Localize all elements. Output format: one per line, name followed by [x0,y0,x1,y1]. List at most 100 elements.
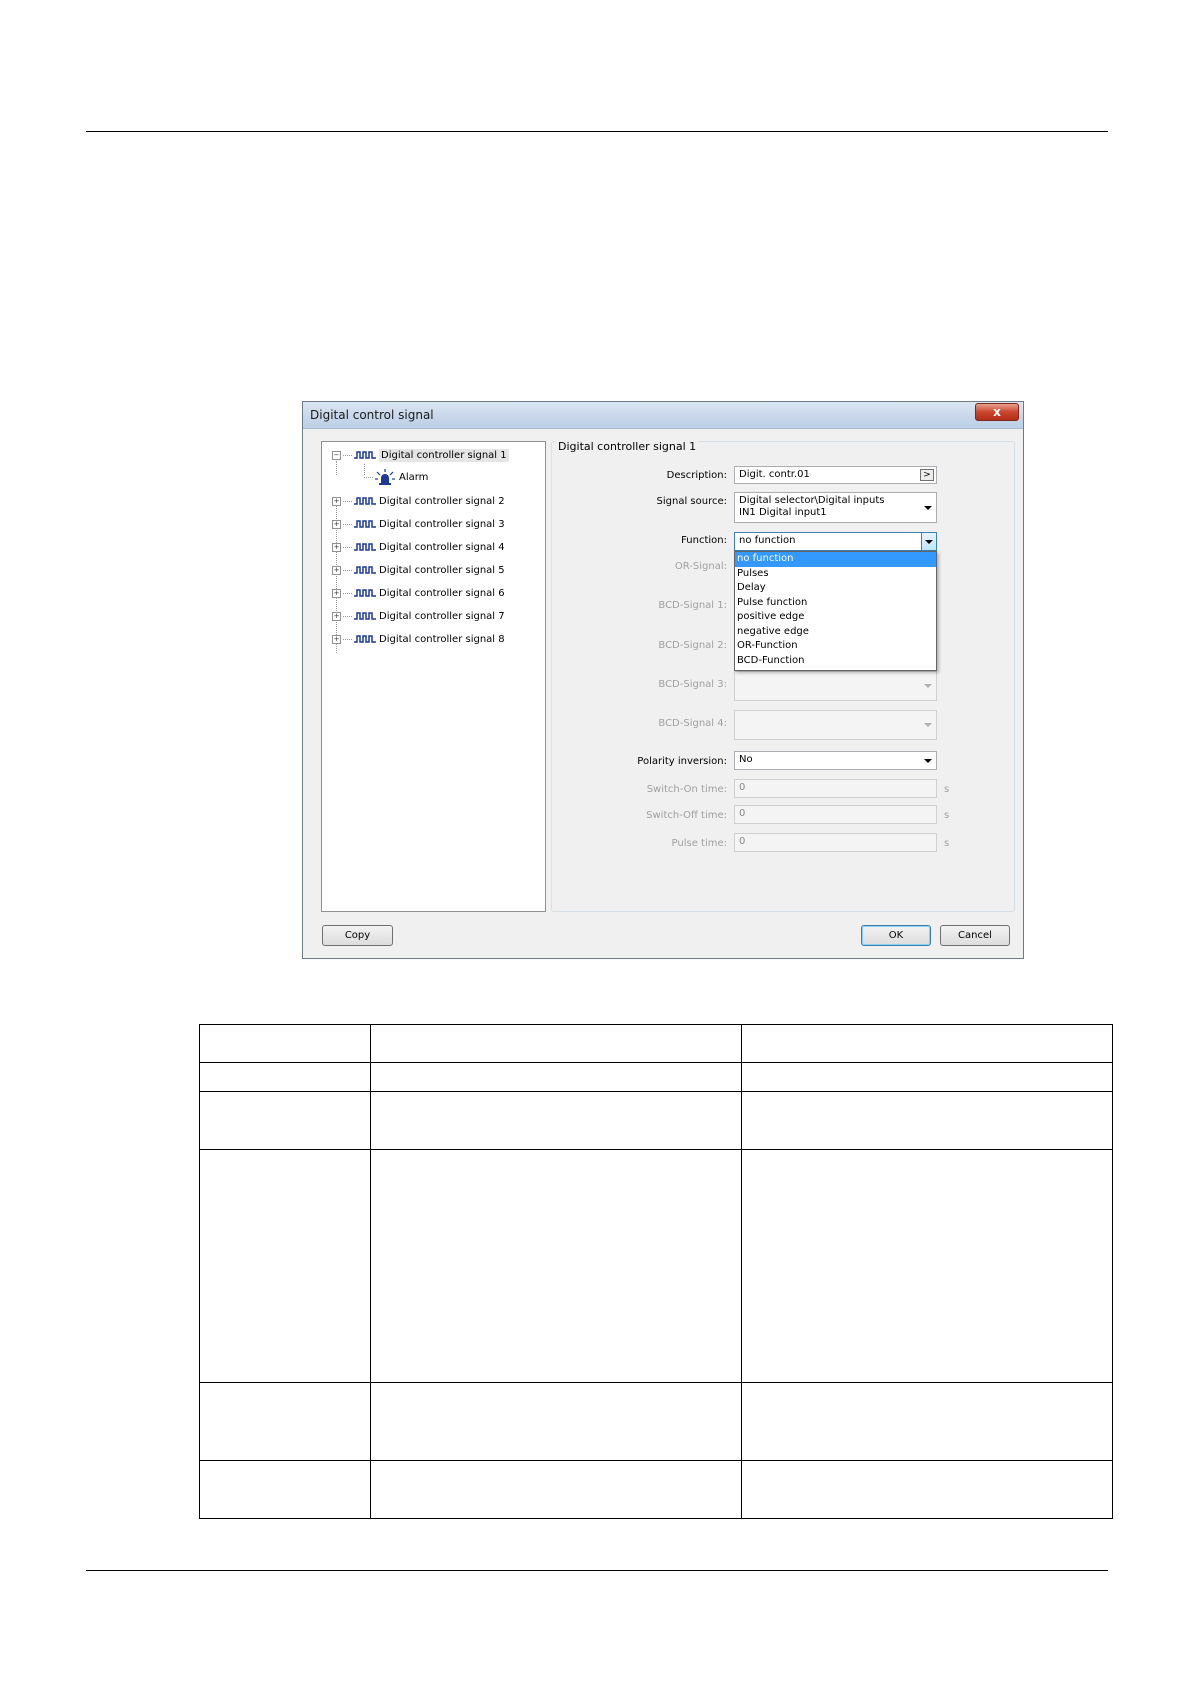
function-dropdown-button[interactable] [921,533,936,550]
pulse-time-unit: s [944,838,950,849]
table-row [199,1091,1113,1150]
tree-item-signal-3[interactable]: + Digital controller signal 3 [332,515,505,533]
ok-button[interactable]: OK [861,925,931,946]
alarm-icon [375,469,395,485]
tree-item-signal-4[interactable]: + Digital controller signal 4 [332,538,505,556]
table-row [199,1149,1113,1383]
tree-connector [343,454,352,456]
expand-icon[interactable]: + [332,542,341,552]
signal-tree[interactable]: − Digital controller signal 1 Alarm + Di… [321,441,546,912]
pulse-time-input[interactable]: 0 [734,833,937,852]
function-value: no function [739,535,796,546]
tree-connector [343,569,352,571]
signal-source-label: Signal source: [656,496,727,507]
table-cell [370,1149,742,1383]
table-cell [741,1062,1113,1092]
footer-rule [86,1570,1108,1571]
pulse-signal-icon [354,589,376,597]
table-cell [370,1062,742,1092]
function-option[interactable]: Pulse function [735,596,936,611]
switch-on-time-input[interactable]: 0 [734,779,937,798]
chevron-down-icon [925,539,933,544]
expand-icon[interactable]: + [332,611,341,621]
expand-icon[interactable]: + [332,496,341,506]
switch-on-time-unit: s [944,784,950,795]
table-cell [741,1149,1113,1383]
function-option[interactable]: OR-Function [735,639,936,654]
function-select[interactable]: no function [734,532,937,551]
table-cell [370,1460,742,1519]
description-value: Digit. contr.01 [739,469,810,480]
tree-item-label: Alarm [399,471,429,483]
signal-source-select[interactable]: Digital selector\Digital inputs IN1 Digi… [734,492,937,523]
tree-item-signal-5[interactable]: + Digital controller signal 5 [332,561,505,579]
tree-connector [343,500,352,502]
title-bar[interactable]: Digital control signal x [303,402,1023,429]
function-option[interactable]: BCD-Function [735,654,936,669]
tree-item-label: Digital controller signal 2 [379,495,505,507]
close-button[interactable]: x [975,403,1019,421]
expand-icon[interactable]: + [332,634,341,644]
function-option[interactable]: Pulses [735,567,936,582]
function-option[interactable]: Delay [735,581,936,596]
polarity-value: No [739,754,753,765]
table-row [199,1382,1113,1461]
function-option[interactable]: positive edge [735,610,936,625]
switch-off-time-unit: s [944,810,950,821]
table-cell [199,1024,371,1063]
function-label: Function: [681,535,727,546]
expand-icon[interactable]: + [332,588,341,598]
tree-item-signal-7[interactable]: + Digital controller signal 7 [332,607,505,625]
window-title: Digital control signal [310,408,434,422]
table-cell [370,1382,742,1461]
function-option[interactable]: negative edge [735,625,936,640]
table-cell [370,1091,742,1150]
pulse-signal-icon [354,543,376,551]
tree-item-signal-2[interactable]: + Digital controller signal 2 [332,492,505,510]
tree-item-label: Digital controller signal 3 [379,518,505,530]
pulse-time-value: 0 [739,836,746,847]
pulse-signal-icon [354,451,376,459]
pulse-time-label: Pulse time: [671,838,727,849]
chevron-down-icon [924,684,932,688]
signal-source-line1: Digital selector\Digital inputs [739,495,885,506]
table-cell [741,1460,1113,1519]
bcd-signal-4-select[interactable] [734,710,937,740]
expand-icon[interactable]: + [332,565,341,575]
edit-description-button[interactable]: > [920,469,934,481]
tree-item-signal-6[interactable]: + Digital controller signal 6 [332,584,505,602]
table-cell [199,1062,371,1092]
collapse-icon[interactable]: − [332,450,341,460]
tree-connector [343,615,352,617]
expand-icon[interactable]: + [332,519,341,529]
bcd-signal-1-label: BCD-Signal 1: [658,600,727,611]
tree-item-signal-1[interactable]: − Digital controller signal 1 [332,446,509,464]
switch-off-time-input[interactable]: 0 [734,805,937,824]
bcd-signal-4-label: BCD-Signal 4: [658,718,727,729]
tree-item-label: Digital controller signal 6 [379,587,505,599]
table-cell [741,1382,1113,1461]
function-option[interactable]: no function [735,552,936,567]
tree-item-label: Digital controller signal 7 [379,610,505,622]
table-row [199,1460,1113,1519]
function-options-list[interactable]: no function Pulses Delay Pulse function … [734,551,937,671]
pulse-signal-icon [354,520,376,528]
pulse-signal-icon [354,497,376,505]
chevron-down-icon [924,758,932,763]
copy-button[interactable]: Copy [322,925,393,946]
tree-connector [343,638,352,640]
table-cell [741,1091,1113,1150]
polarity-inversion-select[interactable]: No [734,751,937,770]
tree-item-alarm[interactable]: Alarm [364,468,428,486]
digital-control-signal-dialog: Digital control signal x − Digital contr… [302,401,1024,959]
tree-item-signal-8[interactable]: + Digital controller signal 8 [332,630,505,648]
tree-item-label: Digital controller signal 4 [379,541,505,553]
parameter-table [199,1024,1113,1519]
bcd-signal-3-select[interactable] [734,671,937,701]
tree-connector [343,592,352,594]
cancel-button[interactable]: Cancel [940,925,1010,946]
description-input[interactable]: Digit. contr.01 > [734,466,937,484]
switch-off-time-value: 0 [739,808,746,819]
table-cell [199,1382,371,1461]
chevron-down-icon [924,505,932,510]
